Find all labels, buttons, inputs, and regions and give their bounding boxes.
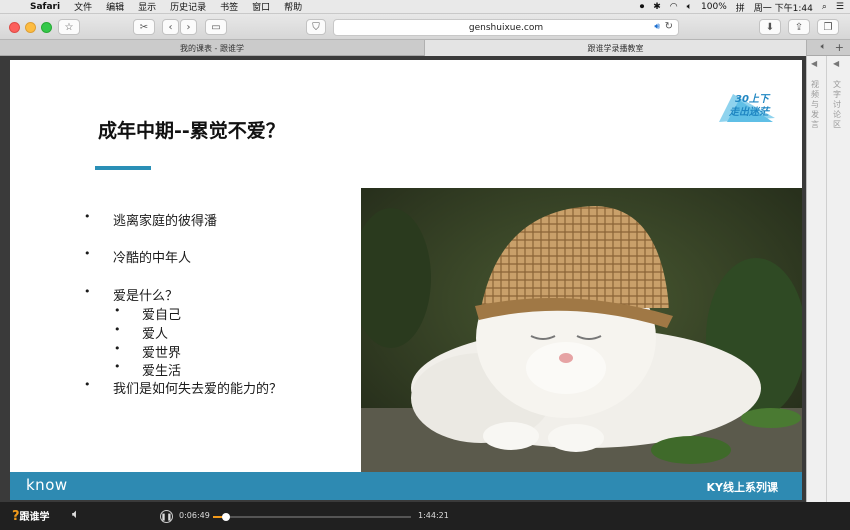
slide-footer: know KY线上系列课 [10, 472, 802, 500]
slide-badge: 30上下 走出迷茫 [715, 88, 777, 124]
current-time: 0:06:49 [179, 511, 210, 520]
know-logo: know [26, 476, 68, 494]
question-mark-icon: ? [12, 509, 20, 524]
tab-label: 我的课表 - 跟谁学 [180, 43, 244, 53]
tab-recording-classroom[interactable]: 跟谁学录播教室 [425, 40, 807, 56]
zoom-window-button[interactable] [41, 22, 52, 33]
close-window-button[interactable] [9, 22, 20, 33]
scissors-icon[interactable]: ✂ [133, 19, 155, 35]
slide-title: 成年中期--累觉不爱？ [98, 120, 285, 142]
tab-my-schedule[interactable]: 我的课表 - 跟谁学 [0, 40, 425, 56]
address-bar[interactable]: genshuixue.com 🔊︎ ↻ [333, 19, 679, 36]
search-icon[interactable]: ⌕ [822, 2, 827, 12]
bullet-dot: • [114, 304, 121, 317]
download-icon[interactable]: ⬇ [759, 19, 781, 35]
collapse-chat-panel-icon[interactable]: ◀ [833, 59, 839, 68]
bullet-dot: • [114, 323, 121, 336]
genshuixue-logo: ?跟谁学 [12, 508, 50, 524]
bullet-text: 逃离家庭的彼得潘 [113, 214, 218, 229]
bullet-dot: • [84, 210, 91, 223]
sidebar-toggle-icon[interactable]: ▭ [205, 19, 227, 35]
tab-bar: 我的课表 - 跟谁学 跟谁学录播教室 🔈︎ + [0, 40, 850, 56]
status-area: ⏺ ✱ ◠ 🔈︎ 100% 拼 周一 下午1:44 ⌕ ☰ [640, 0, 844, 14]
tab-audio-icon[interactable]: 🔊︎ [654, 22, 660, 32]
menu-app-name[interactable]: Safari [30, 2, 60, 12]
duration: 1:44:21 [418, 511, 449, 520]
sidebar-divider [826, 56, 827, 502]
pause-button[interactable]: ❚❚ [160, 510, 173, 523]
browser-toolbar: ☆ ✂ ‹ › ▭ ⛉ genshuixue.com 🔊︎ ↻ ⬇ ⇪ ❐ [0, 14, 850, 40]
tabs-overview-icon[interactable]: ❐ [817, 19, 839, 35]
bullet-text: 爱世界 [142, 346, 182, 361]
volume-icon[interactable]: 🔈︎ [687, 2, 692, 12]
title-underline [95, 166, 151, 170]
speaker-icon[interactable]: 🔈︎ [821, 42, 826, 52]
page-content: 成年中期--累觉不爱？ 30上下 走出迷茫 • 逃离家庭的彼得潘 • 冷酷的中年… [0, 56, 850, 502]
tab-label: 跟谁学录播教室 [587, 43, 644, 53]
bullet-dot: • [84, 247, 91, 260]
forward-button[interactable]: › [180, 19, 197, 35]
menu-window[interactable]: 窗口 [252, 0, 270, 13]
right-sidebar: ◀ ◀ 视频与发言 文字讨论区 [806, 56, 850, 502]
battery-label[interactable]: 100% [701, 2, 727, 12]
menu-view[interactable]: 显示 [138, 0, 156, 13]
bullet-text: 爱是什么？ [113, 289, 179, 304]
bluetooth-icon[interactable]: ✱ [653, 2, 661, 12]
menu-edit[interactable]: 编辑 [106, 0, 124, 13]
clock[interactable]: 周一 下午1:44 [754, 1, 813, 14]
course-name: KY线上系列课 [706, 481, 779, 494]
logo-text: 跟谁学 [19, 512, 50, 523]
bullet-text: 我们是如何失去爱的能力的？ [113, 382, 283, 397]
bullet-text: 爱自己 [142, 308, 182, 323]
new-tab-icon[interactable]: + [835, 41, 844, 54]
bullet-dot: • [114, 360, 121, 373]
menu-bar: Safari 文件 编辑 显示 历史记录 书签 窗口 帮助 ⏺ ✱ ◠ 🔈︎ 1… [0, 0, 850, 14]
badge-line2: 走出迷茫 [729, 107, 769, 118]
bullet-dot: • [84, 378, 91, 391]
bullet-dot: • [84, 285, 91, 298]
screen-record-icon[interactable]: ⏺ [640, 2, 645, 12]
menu-bookmarks[interactable]: 书签 [220, 0, 238, 13]
minimize-window-button[interactable] [25, 22, 36, 33]
list-icon[interactable]: ☰ [836, 2, 844, 12]
progress-knob[interactable] [221, 513, 230, 521]
share-icon[interactable]: ⇪ [788, 19, 810, 35]
back-button[interactable]: ‹ [162, 19, 179, 35]
menu-help[interactable]: 帮助 [284, 0, 302, 13]
bullet-text: 冷酷的中年人 [113, 251, 192, 266]
bullet-dot: • [114, 342, 121, 355]
bullet-text: 爱人 [142, 327, 169, 342]
collapse-video-panel-icon[interactable]: ◀ [811, 59, 817, 68]
bookmarks-icon[interactable]: ☆ [58, 19, 80, 35]
text-discussion-tab[interactable]: 文字讨论区 [833, 80, 845, 130]
volume-button-icon[interactable]: 🔈︎ [72, 507, 80, 522]
input-method-icon[interactable]: 拼 [736, 1, 745, 14]
reload-icon[interactable]: ↻ [665, 21, 673, 32]
video-and-speech-tab[interactable]: 视频与发言 [811, 80, 823, 130]
presentation-slide: 成年中期--累觉不爱？ 30上下 走出迷茫 • 逃离家庭的彼得潘 • 冷酷的中年… [10, 60, 802, 500]
cat-photo [361, 188, 802, 473]
wifi-icon[interactable]: ◠ [670, 2, 678, 12]
cat-with-basket-image [361, 188, 802, 473]
player-bar: ?跟谁学 🔈︎ ❚❚ 0:06:49 1:44:21 [0, 502, 850, 530]
menu-history[interactable]: 历史记录 [170, 0, 206, 13]
url-text: genshuixue.com [468, 22, 544, 33]
shield-icon[interactable]: ⛉ [306, 19, 326, 35]
progress-track[interactable] [213, 513, 411, 521]
bullet-text: 爱生活 [142, 364, 182, 379]
menu-file[interactable]: 文件 [74, 0, 92, 13]
